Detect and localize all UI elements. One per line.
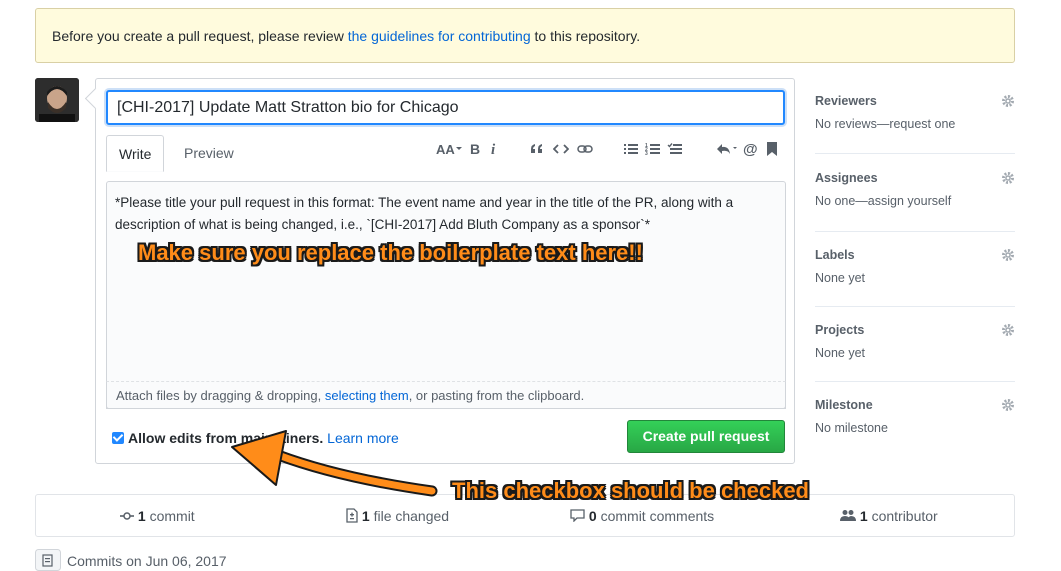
annotation-arrow <box>231 430 438 497</box>
tab-write[interactable]: Write <box>106 135 165 172</box>
tab-write-label: Write <box>119 146 152 162</box>
